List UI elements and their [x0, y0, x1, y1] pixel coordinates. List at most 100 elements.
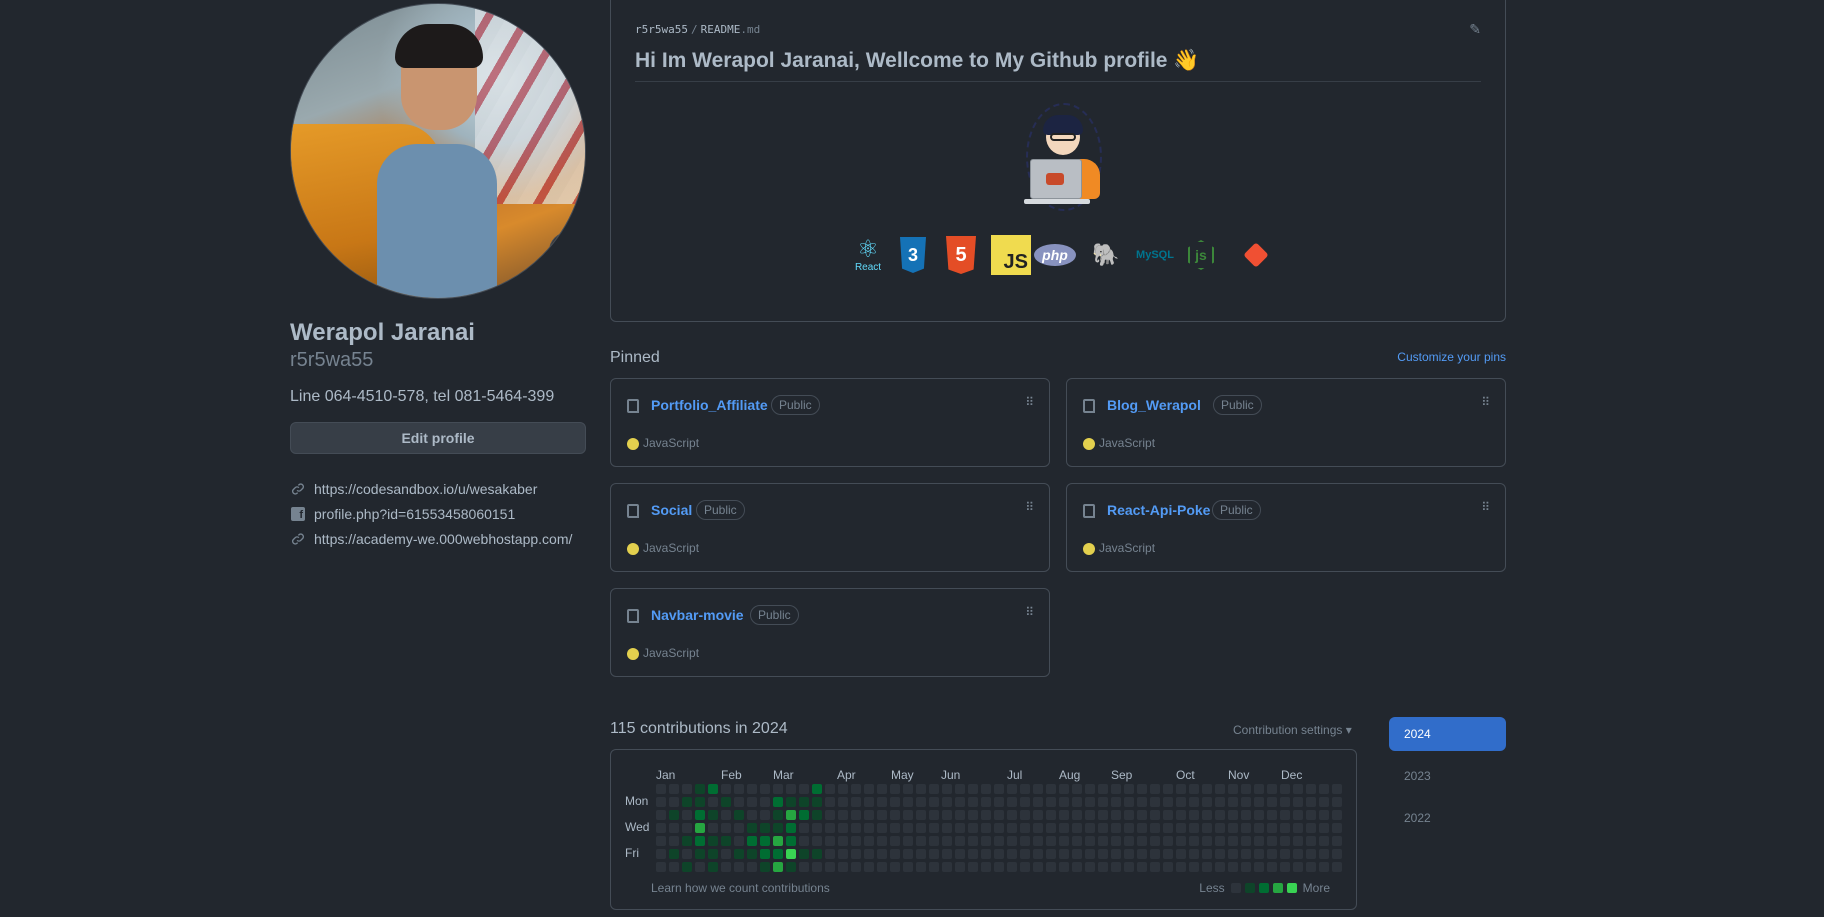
contribution-day-cell[interactable] — [1202, 823, 1212, 833]
contribution-day-cell[interactable] — [1163, 862, 1173, 872]
contribution-day-cell[interactable] — [1293, 823, 1303, 833]
contribution-day-cell[interactable] — [1059, 797, 1069, 807]
contribution-day-cell[interactable] — [682, 836, 692, 846]
contribution-day-cell[interactable] — [734, 797, 744, 807]
contribution-day-cell[interactable] — [1098, 784, 1108, 794]
contribution-day-cell[interactable] — [1332, 823, 1342, 833]
contribution-day-cell[interactable] — [994, 862, 1004, 872]
contribution-day-cell[interactable] — [825, 784, 835, 794]
contribution-day-cell[interactable] — [1176, 810, 1186, 820]
contribution-day-cell[interactable] — [825, 797, 835, 807]
learn-contributions-link[interactable]: Learn how we count contributions — [651, 881, 830, 895]
contribution-day-cell[interactable] — [890, 836, 900, 846]
contribution-day-cell[interactable] — [1046, 797, 1056, 807]
contribution-day-cell[interactable] — [864, 862, 874, 872]
contribution-day-cell[interactable] — [890, 784, 900, 794]
contribution-day-cell[interactable] — [1254, 849, 1264, 859]
contribution-day-cell[interactable] — [864, 823, 874, 833]
contribution-day-cell[interactable] — [1189, 862, 1199, 872]
contribution-day-cell[interactable] — [812, 849, 822, 859]
contribution-day-cell[interactable] — [994, 797, 1004, 807]
contribution-day-cell[interactable] — [1241, 862, 1251, 872]
contribution-day-cell[interactable] — [1189, 797, 1199, 807]
contribution-day-cell[interactable] — [1202, 849, 1212, 859]
contribution-day-cell[interactable] — [1007, 849, 1017, 859]
contribution-day-cell[interactable] — [1137, 823, 1147, 833]
contribution-day-cell[interactable] — [786, 849, 796, 859]
contribution-day-cell[interactable] — [721, 823, 731, 833]
contribution-day-cell[interactable] — [1007, 784, 1017, 794]
contribution-day-cell[interactable] — [942, 797, 952, 807]
contribution-day-cell[interactable] — [773, 849, 783, 859]
contribution-day-cell[interactable] — [1306, 823, 1316, 833]
contribution-day-cell[interactable] — [1072, 810, 1082, 820]
drag-handle-icon[interactable]: ⠿ — [1025, 606, 1034, 618]
contribution-day-cell[interactable] — [656, 862, 666, 872]
contribution-day-cell[interactable] — [981, 823, 991, 833]
contribution-day-cell[interactable] — [721, 797, 731, 807]
readme-file[interactable]: README — [701, 23, 741, 36]
contribution-day-cell[interactable] — [838, 810, 848, 820]
contribution-day-cell[interactable] — [786, 784, 796, 794]
contribution-day-cell[interactable] — [994, 836, 1004, 846]
contribution-day-cell[interactable] — [1189, 810, 1199, 820]
contribution-day-cell[interactable] — [916, 810, 926, 820]
contribution-day-cell[interactable] — [1332, 849, 1342, 859]
profile-link-text[interactable]: https://academy-we.000webhostapp.com/ — [314, 531, 572, 547]
contribution-day-cell[interactable] — [916, 862, 926, 872]
contribution-day-cell[interactable] — [1098, 862, 1108, 872]
profile-link-text[interactable]: https://codesandbox.io/u/wesakaber — [314, 481, 537, 497]
contribution-day-cell[interactable] — [708, 836, 718, 846]
year-button-2022[interactable]: 2022 — [1389, 801, 1506, 835]
contribution-day-cell[interactable] — [1306, 836, 1316, 846]
contribution-day-cell[interactable] — [916, 797, 926, 807]
contribution-day-cell[interactable] — [916, 784, 926, 794]
contribution-day-cell[interactable] — [1267, 784, 1277, 794]
contribution-day-cell[interactable] — [877, 823, 887, 833]
contribution-day-cell[interactable] — [760, 823, 770, 833]
contribution-day-cell[interactable] — [1046, 810, 1056, 820]
contribution-day-cell[interactable] — [851, 810, 861, 820]
contribution-day-cell[interactable] — [994, 810, 1004, 820]
contribution-day-cell[interactable] — [812, 810, 822, 820]
contribution-day-cell[interactable] — [1306, 797, 1316, 807]
contribution-day-cell[interactable] — [1319, 810, 1329, 820]
contribution-day-cell[interactable] — [838, 823, 848, 833]
contribution-day-cell[interactable] — [1020, 797, 1030, 807]
contribution-day-cell[interactable] — [1228, 823, 1238, 833]
contribution-day-cell[interactable] — [1280, 849, 1290, 859]
drag-handle-icon[interactable]: ⠿ — [1481, 501, 1490, 513]
contribution-day-cell[interactable] — [942, 823, 952, 833]
contribution-day-cell[interactable] — [773, 862, 783, 872]
contribution-day-cell[interactable] — [968, 797, 978, 807]
contribution-day-cell[interactable] — [1254, 836, 1264, 846]
contribution-day-cell[interactable] — [864, 810, 874, 820]
contribution-day-cell[interactable] — [916, 849, 926, 859]
contribution-day-cell[interactable] — [760, 810, 770, 820]
contribution-day-cell[interactable] — [656, 797, 666, 807]
contribution-day-cell[interactable] — [812, 797, 822, 807]
contribution-day-cell[interactable] — [825, 849, 835, 859]
contribution-day-cell[interactable] — [1241, 823, 1251, 833]
contribution-day-cell[interactable] — [656, 836, 666, 846]
contribution-day-cell[interactable] — [1189, 836, 1199, 846]
contribution-day-cell[interactable] — [695, 810, 705, 820]
contribution-day-cell[interactable] — [1033, 862, 1043, 872]
profile-link-codesandbox[interactable]: https://codesandbox.io/u/wesakaber — [290, 476, 586, 501]
contribution-day-cell[interactable] — [955, 862, 965, 872]
contribution-day-cell[interactable] — [708, 862, 718, 872]
pinned-repo-card[interactable]: React-Api-Poke Public ⠿ JavaScript — [1066, 483, 1506, 572]
contribution-day-cell[interactable] — [851, 849, 861, 859]
contribution-day-cell[interactable] — [786, 823, 796, 833]
contribution-day-cell[interactable] — [1020, 784, 1030, 794]
contribution-day-cell[interactable] — [1072, 862, 1082, 872]
contribution-day-cell[interactable] — [890, 810, 900, 820]
contribution-day-cell[interactable] — [1241, 836, 1251, 846]
edit-profile-button[interactable]: Edit profile — [290, 422, 586, 454]
contribution-day-cell[interactable] — [1020, 823, 1030, 833]
contribution-day-cell[interactable] — [799, 836, 809, 846]
contribution-day-cell[interactable] — [682, 849, 692, 859]
contribution-day-cell[interactable] — [1033, 836, 1043, 846]
contribution-day-cell[interactable] — [1033, 823, 1043, 833]
contribution-day-cell[interactable] — [903, 849, 913, 859]
